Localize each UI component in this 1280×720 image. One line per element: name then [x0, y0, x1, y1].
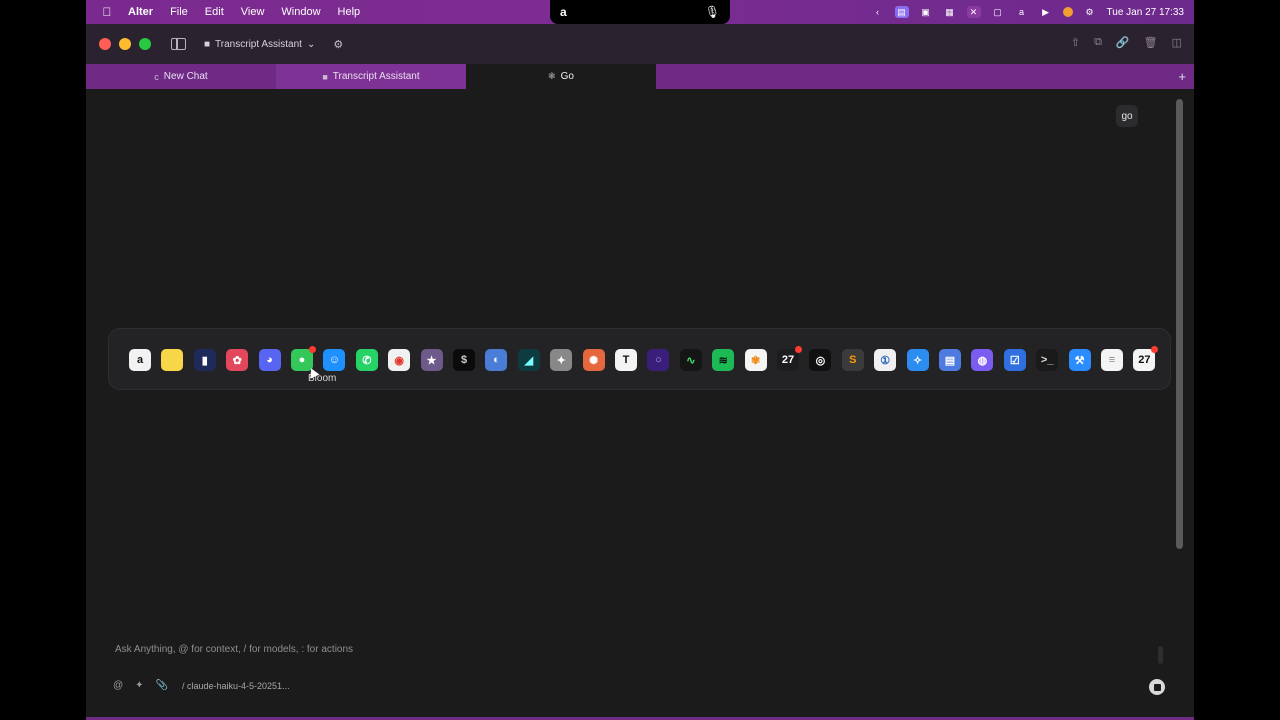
dock-app-readdle-icon[interactable]: ▤: [939, 349, 961, 371]
tab-new-chat[interactable]: c New Chat: [86, 64, 276, 89]
dock-app-claude-icon[interactable]: ✺: [582, 349, 605, 371]
tab-go[interactable]: ❃ Go: [466, 64, 656, 89]
window-icon[interactable]: ▢: [991, 6, 1005, 18]
dock-app-activity-icon[interactable]: ∿: [679, 349, 702, 371]
dock-app-safari-icon[interactable]: ✧: [906, 349, 929, 371]
menu-extras: ‹ ▤ ▣ ▦ ✕ ▢ a ▶ ⚙ Tue Jan 27 17:33: [871, 0, 1194, 24]
menu-app-name[interactable]: Alter: [128, 6, 153, 18]
workspace-selector[interactable]: ■ Transcript Assistant ⌄: [204, 39, 315, 50]
dynamic-notch[interactable]: a 🎙: [550, 0, 730, 24]
menu-window[interactable]: Window: [281, 6, 320, 18]
menu-file[interactable]: File: [170, 6, 188, 18]
zoom-window-button[interactable]: [139, 38, 151, 50]
menu-help[interactable]: Help: [338, 6, 361, 18]
c-icon: c: [154, 71, 159, 82]
dock-app-terminal-dark-icon[interactable]: $: [453, 349, 475, 371]
chevron-left-icon[interactable]: ‹: [871, 6, 885, 18]
dock-app-affinity-icon[interactable]: ★: [420, 349, 443, 371]
gear-icon[interactable]: ⚙: [333, 38, 343, 51]
tab-transcript-assistant[interactable]: ■ Transcript Assistant: [276, 64, 466, 89]
new-tab-plus-icon[interactable]: +: [1178, 69, 1186, 84]
trash-icon[interactable]: 🗑: [1144, 36, 1158, 49]
control-center-icon[interactable]: ⚙: [1083, 6, 1097, 18]
dock-app-orbit-icon[interactable]: ○: [647, 349, 670, 371]
alter-logo-icon: a: [560, 5, 567, 19]
notification-badge: [1151, 346, 1159, 353]
stop-icon: [1153, 683, 1161, 691]
dock-app-discord-icon[interactable]: ◕: [258, 349, 281, 371]
apple-icon[interactable]: : [100, 5, 114, 19]
tab-bar: c New Chat ■ Transcript Assistant ❃ Go +: [86, 64, 1194, 89]
tab-label: Go: [560, 71, 574, 82]
minimize-window-button[interactable]: [119, 38, 131, 50]
right-panel-icon[interactable]: ◫: [1172, 36, 1182, 49]
close-window-button[interactable]: [99, 38, 111, 50]
dock-app-perplexity-icon[interactable]: ◢: [517, 349, 540, 371]
input-scrollbar[interactable]: [1158, 646, 1163, 664]
display-icon[interactable]: ▣: [919, 6, 933, 18]
folder-icon: ■: [204, 38, 211, 50]
dock-app-finder-icon[interactable]: ☺: [323, 349, 346, 371]
at-mention-icon[interactable]: @: [113, 680, 123, 691]
dock: a ▮ ✿ ◕ ● ☺ ✆ ◉ ★ $ ◐ ◢ ✦ ✺ T ○ ∿ ≋ ✾ 27 ◎ S ① ✧ ▤ ◍ ☑ >_ ⚒ ≡ 27: [108, 328, 1171, 390]
copy-icon[interactable]: ⧉: [1094, 36, 1102, 49]
folder-icon: ■: [322, 71, 328, 82]
dock-app-preview-icon[interactable]: ◐: [485, 349, 508, 371]
chat-input-placeholder[interactable]: Ask Anything, @ for context, / for model…: [115, 644, 353, 655]
clock[interactable]: Tue Jan 27 17:33: [1107, 7, 1184, 18]
dock-app-chatgpt-icon[interactable]: ◎: [809, 349, 832, 371]
dock-app-bloom-icon[interactable]: ✿: [226, 349, 249, 371]
share-icon[interactable]: ⇧: [1071, 36, 1080, 49]
calendar-menu-icon[interactable]: ▦: [943, 6, 957, 18]
sidebar-toggle-icon[interactable]: [171, 38, 186, 50]
paperclip-icon[interactable]: 📎: [156, 680, 168, 691]
model-selector[interactable]: / claude-haiku-4-5-20251...: [182, 681, 290, 691]
dock-app-alter-icon[interactable]: a: [129, 349, 151, 371]
chat-input-area[interactable]: Ask Anything, @ for context, / for model…: [106, 634, 1166, 704]
color-icon[interactable]: [1062, 7, 1073, 17]
dock-app-chrome-icon[interactable]: ◉: [388, 349, 411, 371]
dock-app-tasks-icon[interactable]: ☑: [1003, 349, 1026, 371]
dock-app-notes-icon[interactable]: [161, 349, 184, 371]
menu-edit[interactable]: Edit: [205, 6, 224, 18]
menu-view[interactable]: View: [241, 6, 265, 18]
scrollbar[interactable]: [1176, 99, 1183, 549]
dock-app-screen-capture-icon[interactable]: ▮: [193, 349, 216, 371]
dock-app-typora-icon[interactable]: T: [615, 349, 637, 371]
chevron-down-icon: ⌄: [306, 38, 316, 50]
dock-app-spotify-icon[interactable]: ≋: [712, 349, 735, 371]
mic-muted-icon[interactable]: ✕: [966, 6, 981, 18]
dock-app-sublime-icon[interactable]: S: [841, 349, 864, 371]
input-toolbar: @ ✦ 📎 / claude-haiku-4-5-20251...: [113, 680, 290, 691]
stop-button[interactable]: [1149, 679, 1165, 695]
notification-badge: [309, 346, 316, 353]
tab-label: New Chat: [163, 71, 208, 82]
alter-app-screen:  Alter File Edit View Window Help a 🎙 ‹…: [86, 0, 1194, 720]
tab-label: Transcript Assistant: [332, 71, 420, 82]
alter-menu-icon[interactable]: a: [1015, 6, 1029, 18]
titlebar-actions: ⇧ ⧉ 🔗 🗑 ◫: [1071, 36, 1182, 49]
dock-app-photos-icon[interactable]: ✾: [744, 349, 767, 371]
dock-app-1password-icon[interactable]: ①: [874, 349, 897, 371]
notification-badge: [795, 346, 802, 353]
menu-bar:  Alter File Edit View Window Help a 🎙 ‹…: [86, 0, 1194, 24]
microphone-icon[interactable]: 🎙: [705, 5, 720, 19]
link-icon[interactable]: 🔗: [1116, 36, 1130, 49]
dock-app-calendar-b-icon[interactable]: 27: [1133, 346, 1159, 371]
dock-app-utility-icon[interactable]: ✦: [550, 349, 573, 371]
dock-app-proton-icon[interactable]: ◍: [971, 349, 994, 371]
spinner-icon: ❃: [548, 71, 556, 81]
dock-app-textedit-icon[interactable]: ≡: [1101, 349, 1123, 371]
bolt-icon[interactable]: ✦: [135, 680, 143, 691]
dock-app-calendar-a-icon[interactable]: 27: [777, 346, 802, 371]
window-titlebar: ■ Transcript Assistant ⌄ ⚙ ⇧ ⧉ 🔗 🗑 ◫: [86, 24, 1194, 64]
dock-app-terminal-icon[interactable]: >_: [1036, 349, 1059, 371]
user-message-bubble: go: [1116, 105, 1138, 127]
dock-app-whatsapp-icon[interactable]: ✆: [355, 349, 378, 371]
screen-share-icon[interactable]: ▤: [894, 6, 909, 18]
play-icon[interactable]: ▶: [1039, 6, 1053, 18]
dock-app-xcode-icon[interactable]: ⚒: [1068, 349, 1091, 371]
workspace-name: Transcript Assistant: [215, 38, 302, 50]
